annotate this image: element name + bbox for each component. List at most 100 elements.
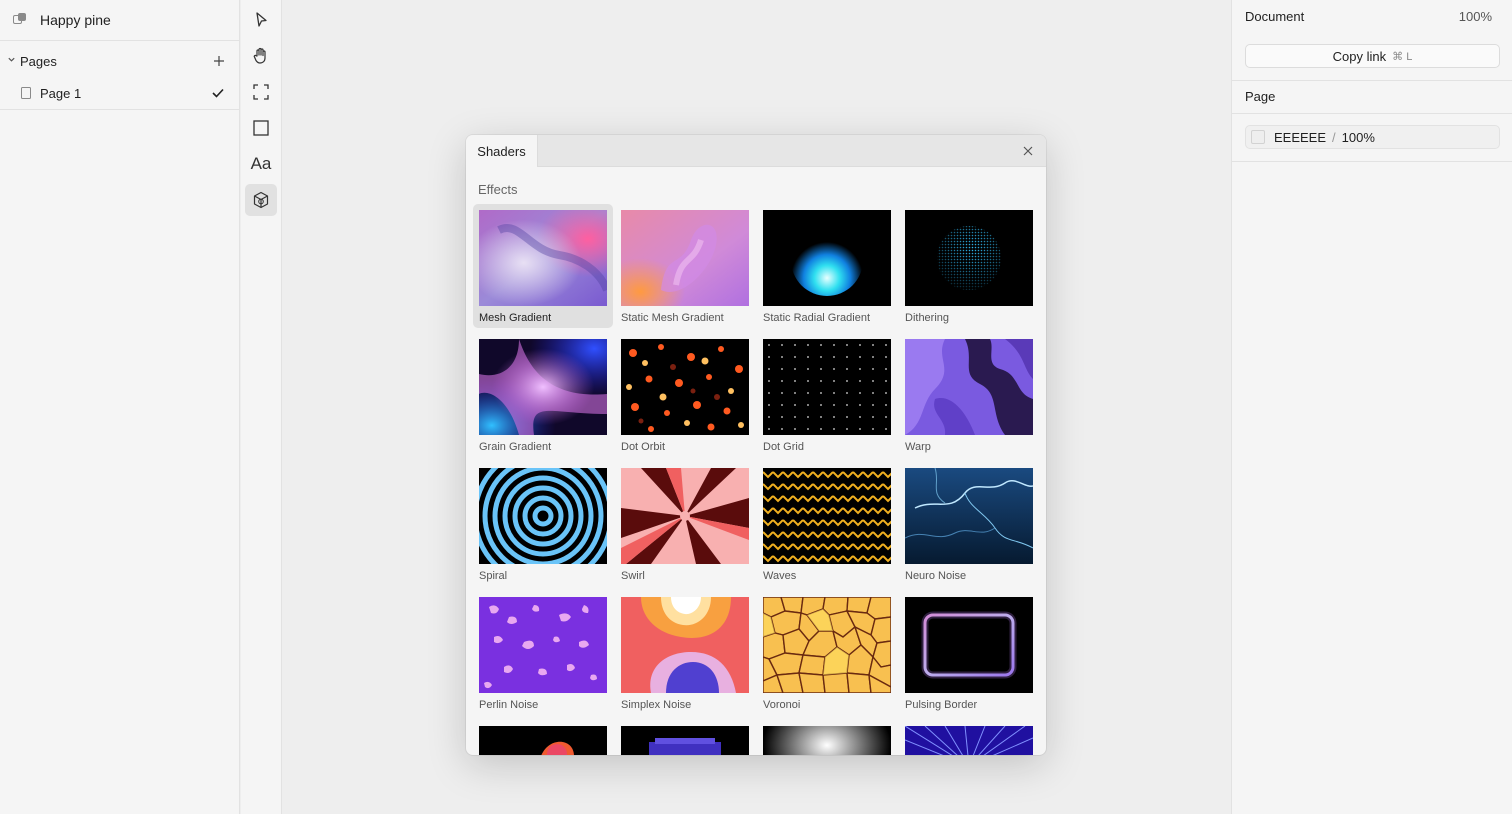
shader-label: Simplex Noise [621,699,692,711]
shader-card[interactable] [757,720,897,755]
pages-label: Pages [20,53,57,69]
tab-shaders[interactable]: Shaders [466,135,538,167]
dot-orbit-preview [621,339,749,435]
spiral-preview [479,468,607,564]
tool-bar: Aa [241,0,282,814]
shader-card-pulsing-border[interactable]: Pulsing Border [899,591,1039,715]
shader-card-perlin-noise[interactable]: Perlin Noise [473,591,613,715]
shader-label: Static Mesh Gradient [621,312,724,324]
chevron-down-icon[interactable] [7,55,20,67]
shader-preview [763,726,891,755]
shader-label: Dot Grid [763,441,804,453]
shader-card-static-mesh-gradient[interactable]: Static Mesh Gradient [615,204,755,328]
text-icon: Aa [250,154,272,173]
page-item-label: Page 1 [40,85,82,101]
shader-card-waves[interactable]: Waves [757,462,897,586]
shader-card[interactable] [899,720,1039,755]
zoom-level[interactable]: 100% [1459,9,1492,24]
shader-label: Grain Gradient [479,441,552,453]
simplex-noise-preview [621,597,749,693]
shader-card-dot-orbit[interactable]: Dot Orbit [615,333,755,457]
warp-preview [905,339,1033,435]
voronoi-preview [763,597,891,693]
shader-card[interactable] [473,720,613,755]
grain-gradient-preview [479,339,607,435]
shader-label: Dot Orbit [621,441,666,453]
page-icon [21,87,31,99]
background-hex[interactable]: EEEEEE [1274,130,1326,145]
properties-panel: Document 100% Copy link ⌘ L Page EEEEEE … [1231,0,1512,814]
shader-card-static-radial-gradient[interactable]: Static Radial Gradient [757,204,897,328]
waves-preview [763,468,891,564]
shader-card-spiral[interactable]: Spiral [473,462,613,586]
shader-label: Dithering [905,312,950,324]
static-mesh-gradient-preview [621,210,749,306]
dithering-preview [905,210,1033,306]
layers-panel: Happy pine Pages Page 1 [0,0,240,814]
shader-label: Waves [763,570,797,582]
shader-preview [621,726,749,755]
close-icon[interactable] [1020,143,1036,159]
document-header[interactable]: Happy pine [0,0,239,41]
copy-link-button[interactable]: Copy link ⌘ L [1245,44,1500,68]
separator: / [1332,129,1336,145]
shader-icon [253,191,269,209]
hand-icon [253,47,266,64]
hand-tool[interactable] [245,40,277,72]
shader-label: Warp [905,441,931,453]
add-page-icon[interactable] [213,52,225,70]
shader-card-grain-gradient[interactable]: Grain Gradient [473,333,613,457]
shader-tool[interactable] [245,184,277,216]
shader-label: Swirl [621,570,645,582]
shader-card-dot-grid[interactable]: Dot Grid [757,333,897,457]
mesh-gradient-preview [479,210,607,306]
frame-icon [253,84,269,100]
dialog-tab-bar: Shaders [466,135,1046,167]
pages-section-header[interactable]: Pages [0,43,239,79]
shader-card-neuro-noise[interactable]: Neuro Noise [899,462,1039,586]
divider [1232,113,1512,114]
shader-card-warp[interactable]: Warp [899,333,1039,457]
divider [1232,161,1512,162]
background-opacity[interactable]: 100% [1342,130,1375,145]
text-tool[interactable]: Aa [245,148,277,180]
frame-tool[interactable] [245,76,277,108]
shader-card-mesh-gradient[interactable]: Mesh Gradient [473,204,613,328]
document-title[interactable]: Happy pine [40,12,111,28]
shader-card-voronoi[interactable]: Voronoi [757,591,897,715]
page-item[interactable]: Page 1 [0,79,239,107]
shader-label: Perlin Noise [479,699,539,711]
shader-preview [479,726,607,755]
rectangle-icon [253,120,269,136]
shader-card-simplex-noise[interactable]: Simplex Noise [615,591,755,715]
effects-section-label: Effects [478,182,518,197]
shader-card[interactable] [615,720,755,755]
page-background-field[interactable]: EEEEEE / 100% [1245,125,1500,149]
document-icon [13,13,27,27]
divider [1232,80,1512,81]
shaders-dialog: Shaders Effects Mesh Gradient Static Mes… [466,135,1046,755]
page-section-label: Page [1245,89,1276,104]
document-label: Document [1245,8,1305,24]
pulsing-border-preview [905,597,1033,693]
shader-label: Static Radial Gradient [763,312,870,324]
shader-card-dithering[interactable]: Dithering [899,204,1039,328]
rectangle-tool[interactable] [245,112,277,144]
color-swatch[interactable] [1251,130,1265,144]
shader-label: Neuro Noise [905,570,967,582]
perlin-noise-preview [479,597,607,693]
checkmark-icon [212,85,224,101]
static-radial-gradient-preview [763,210,891,306]
copy-link-shortcut: ⌘ L [1392,50,1413,63]
pointer-tool[interactable] [245,4,277,36]
shader-preview [905,726,1033,755]
shader-label: Pulsing Border [905,699,978,711]
shader-label: Voronoi [763,699,801,711]
pointer-icon [256,12,267,27]
divider [0,109,240,110]
shader-card-swirl[interactable]: Swirl [615,462,755,586]
shader-label: Spiral [479,570,508,582]
dot-grid-preview [763,339,891,435]
copy-link-label: Copy link [1332,48,1387,64]
swirl-preview [621,468,749,564]
